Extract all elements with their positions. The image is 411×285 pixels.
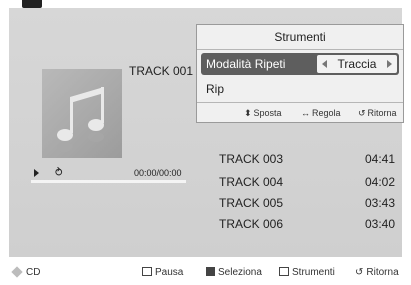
popup-title: Strumenti [197,25,403,50]
remote-button-icon [22,0,42,8]
music-note-icon [57,87,104,152]
source-indicator: CD [11,266,40,278]
select-key-icon [206,267,215,276]
arrow-right-icon[interactable] [387,60,392,68]
album-art [42,69,122,158]
pause-key-icon [142,267,152,276]
current-track-title: TRACK 001 [129,64,194,78]
track-row[interactable]: TRACK 005 03:43 [219,196,395,216]
navigation-diamond-icon [11,266,23,278]
back-arrow-icon: ↺ [358,108,366,118]
popup-hints: ⬍ Sposta ↔ Regola ↺ Ritorna [197,102,403,123]
track-duration: 03:43 [364,196,395,210]
repeat-mode-value: Traccia [337,57,377,71]
track-row[interactable]: TRACK 004 04:02 [219,175,395,195]
back-button[interactable]: ↺ Ritorna [355,267,399,278]
track-row[interactable]: TRACK 006 03:40 [219,217,395,237]
play-icon[interactable] [34,169,39,177]
pause-button[interactable]: Pausa [142,267,183,278]
left-right-arrow-icon: ↔ [301,108,310,118]
time-display: 00:00/00:00 [134,168,182,178]
track-name: TRACK 003 [219,152,284,166]
track-name: TRACK 004 [219,175,284,189]
repeat-mode-selector[interactable]: Traccia [317,55,397,73]
hint-back: ↺ Ritorna [358,108,397,118]
tools-popup: Strumenti Modalità Ripeti Traccia Rip ⬍ S… [196,24,404,123]
bottom-bar: CD Pausa Seleziona Strumenti ↺ Ritorna [0,262,411,285]
track-name: TRACK 006 [219,217,284,231]
hint-adjust: ↔ Regola [301,108,341,118]
tools-button[interactable]: Strumenti [279,267,335,278]
rip-option[interactable]: Rip [206,82,224,96]
hint-move: ⬍ Sposta [244,108,282,118]
select-button[interactable]: Seleziona [206,267,262,278]
repeat-icon[interactable]: ⥁ [55,166,63,179]
track-duration: 03:40 [364,217,395,231]
track-row[interactable]: TRACK 003 04:41 [219,152,395,172]
repeat-mode-option[interactable]: Modalità Ripeti Traccia [201,53,399,75]
track-duration: 04:41 [364,152,395,166]
back-arrow-icon: ↺ [355,267,364,278]
arrow-left-icon[interactable] [322,60,327,68]
repeat-mode-label: Modalità Ripeti [206,57,286,71]
track-name: TRACK 005 [219,196,284,210]
tools-key-icon [279,267,289,276]
up-down-arrow-icon: ⬍ [244,108,252,118]
track-duration: 04:02 [364,175,395,189]
progress-bar[interactable] [31,180,186,183]
